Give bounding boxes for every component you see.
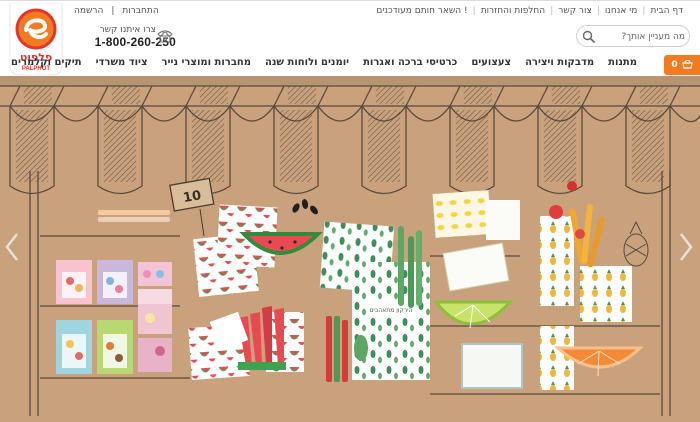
nav-item-notebooks[interactable]: מחברות ומוצרי נייר bbox=[155, 57, 259, 68]
top-link-returns[interactable]: החלפות והחזרות bbox=[476, 6, 551, 16]
nav-item-greeting-cards[interactable]: כרטיסי ברכה ואגרות bbox=[356, 57, 464, 68]
search-input[interactable] bbox=[597, 29, 685, 44]
search-icon[interactable] bbox=[582, 30, 595, 43]
login-link[interactable]: התחברות bbox=[118, 6, 162, 16]
price-tag-text: 10 bbox=[182, 188, 202, 206]
main-nav: מתנות מדבקות ויצירה צעצועים כרטיסי ברכה … bbox=[4, 57, 644, 68]
hero-illustration: 10 הירקון מתאהבים bbox=[0, 76, 700, 422]
nav-item-diaries[interactable]: יומנים ולוחות שנה bbox=[258, 57, 356, 68]
register-link[interactable]: הרשמה bbox=[70, 6, 107, 16]
auth-separator: | bbox=[111, 6, 115, 16]
site-header: דף הבית | מי אנחנו | צור קשר | החלפות וה… bbox=[0, 0, 700, 76]
phone-icon bbox=[157, 30, 173, 43]
nav-item-toys[interactable]: צעצועים bbox=[464, 57, 518, 68]
cart-count: 0 bbox=[671, 60, 678, 70]
chevron-left-icon[interactable] bbox=[4, 232, 20, 262]
cart-icon bbox=[681, 59, 693, 69]
top-link-about[interactable]: מי אנחנו bbox=[600, 6, 643, 16]
search-box bbox=[576, 25, 690, 47]
hero-banner[interactable]: 10 הירקון מתאהבים bbox=[0, 76, 700, 422]
chevron-right-icon[interactable] bbox=[678, 232, 694, 262]
nav-item-office[interactable]: ציוד משרדי bbox=[89, 57, 155, 68]
nav-item-stickers[interactable]: מדבקות ויצירה bbox=[518, 57, 601, 68]
nav-item-bags[interactable]: תיקים וקלמרים bbox=[4, 57, 89, 68]
notebook-text: הירקון מתאהבים bbox=[370, 307, 413, 314]
top-link-newsletter[interactable]: השאר חותם מעודכנים ! bbox=[371, 6, 472, 16]
nav-item-gifts[interactable]: מתנות bbox=[601, 57, 644, 68]
cart-button[interactable]: 0 bbox=[664, 55, 700, 75]
top-links: דף הבית | מי אנחנו | צור קשר | החלפות וה… bbox=[371, 6, 688, 16]
top-link-contact[interactable]: צור קשר bbox=[553, 6, 597, 16]
top-link-home[interactable]: דף הבית bbox=[645, 6, 688, 16]
auth-links: התחברות | הרשמה bbox=[70, 6, 163, 16]
